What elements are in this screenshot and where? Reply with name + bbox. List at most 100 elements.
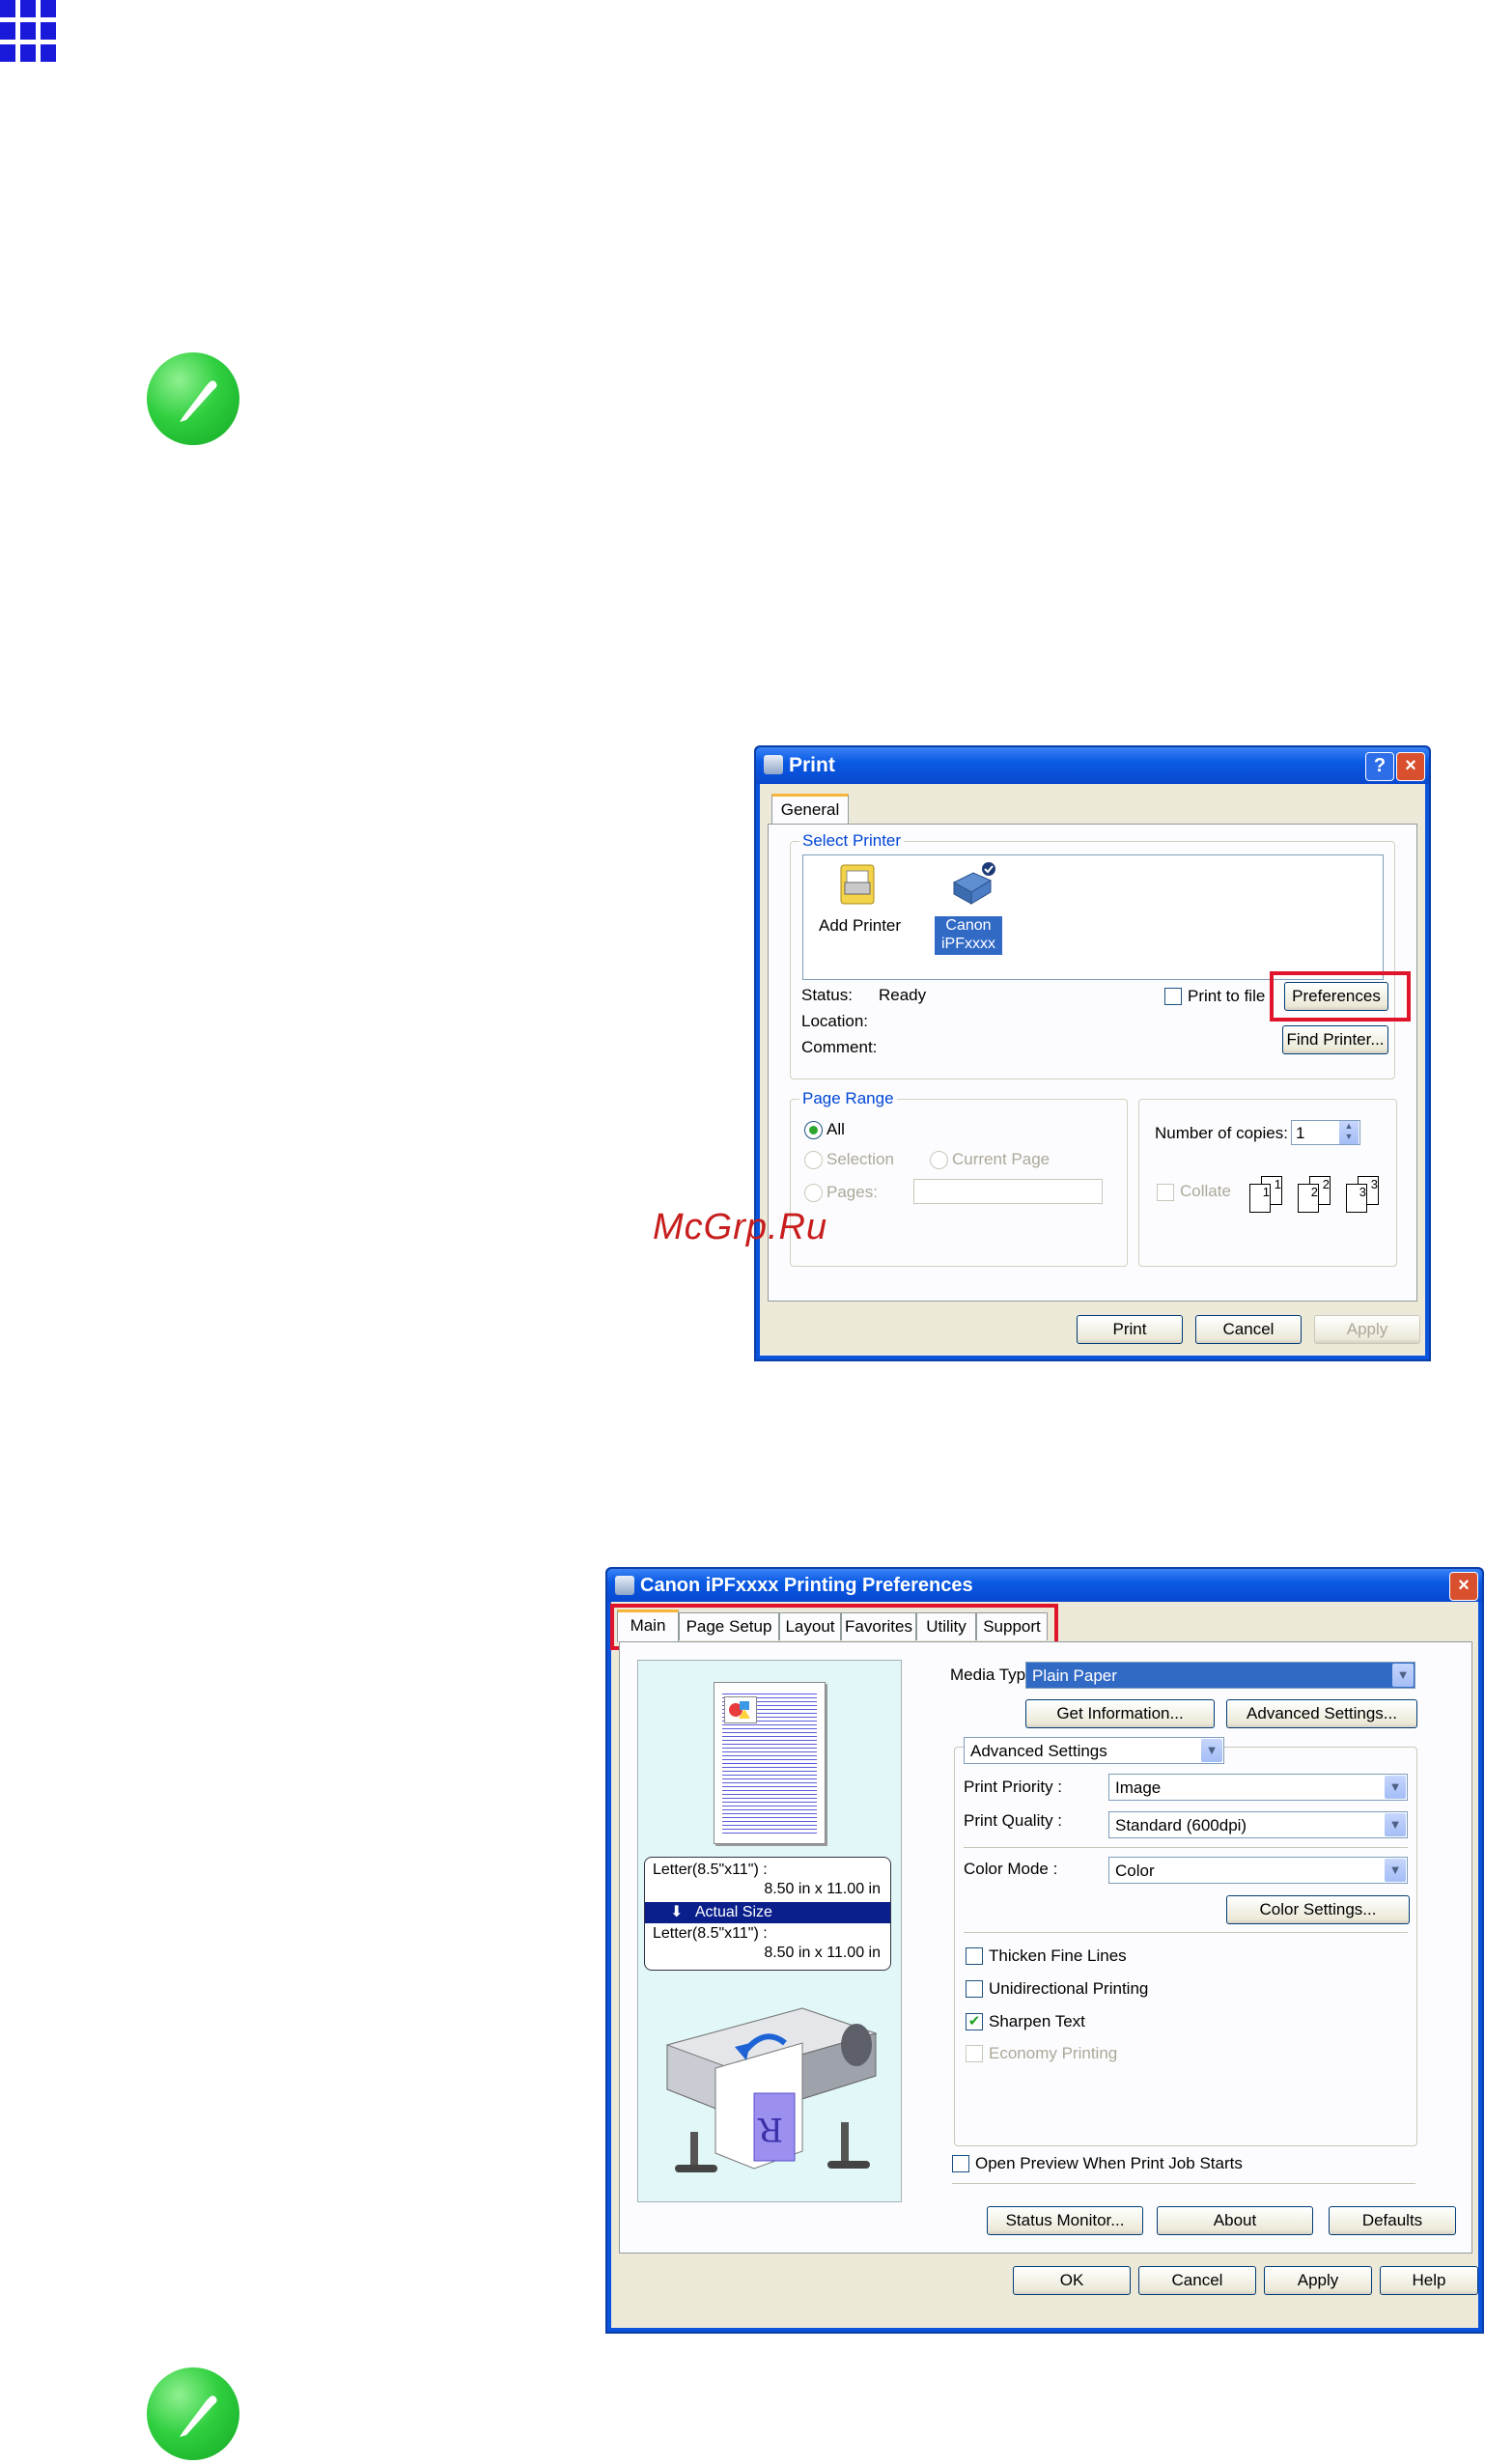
unidirectional-printing-label[interactable]: Unidirectional Printing [989,1979,1148,1999]
print-to-file-label[interactable]: Print to file [1188,987,1265,1006]
actual-size-row: ⬇ Actual Size [645,1902,890,1923]
main-tab-panel: Letter(8.5"x11") : 8.50 in x 11.00 in ⬇ … [619,1641,1472,2254]
open-preview-label[interactable]: Open Preview When Print Job Starts [975,2154,1243,2173]
note-pencil-icon [147,352,239,445]
pages-label[interactable]: Pages: [827,1183,878,1202]
printer-app-icon [615,1576,634,1595]
print-quality-label: Print Quality : [964,1811,1063,1830]
cancel-button[interactable]: Cancel [1138,2266,1256,2295]
prefs-title: Canon iPFxxxx Printing Preferences [640,1575,973,1596]
paper-info-line1: Letter(8.5"x11") : [653,1862,768,1878]
copies-value: 1 [1296,1124,1305,1142]
thicken-fine-lines-checkbox[interactable] [966,1947,983,1965]
arrow-down-icon: ⬇ [670,1904,684,1920]
current-page-label[interactable]: Current Page [952,1150,1050,1169]
comment-label: Comment: [801,1038,878,1056]
sharpen-text-label[interactable]: Sharpen Text [989,2012,1085,2031]
color-mode-select[interactable]: Color ▼ [1108,1857,1408,1884]
canon-printer-label[interactable]: Canon iPFxxxx [935,916,1002,955]
economy-printing-label[interactable]: Economy Printing [989,2044,1117,2063]
chevron-down-icon[interactable]: ▼ [1385,1813,1406,1836]
chevron-down-icon[interactable]: ▼ [1385,1776,1406,1799]
page-preview [714,1682,826,1844]
image-thumbnail-icon [724,1696,757,1723]
copies-label: Number of copies: [1155,1124,1288,1142]
selection-label[interactable]: Selection [827,1150,894,1169]
preview-pane: Letter(8.5"x11") : 8.50 in x 11.00 in ⬇ … [637,1660,902,2202]
cancel-button[interactable]: Cancel [1195,1315,1302,1344]
divider [952,2183,1415,2184]
help-button[interactable]: ? [1365,752,1394,781]
color-settings-button[interactable]: Color Settings... [1226,1895,1410,1924]
print-priority-label: Print Priority : [964,1778,1063,1796]
printer-icon[interactable] [948,861,996,908]
collate-checkbox[interactable] [1157,1184,1174,1201]
prefs-client: Main Page Setup Layout Favorites Utility… [610,1602,1478,2328]
open-preview-checkbox[interactable] [952,2155,969,2172]
paper-info-line4: 8.50 in x 11.00 in [764,1945,881,1961]
chevron-down-icon[interactable]: ▼ [1392,1664,1414,1687]
help-button[interactable]: Help [1380,2266,1478,2295]
print-button[interactable]: Print [1077,1315,1183,1344]
color-mode-label: Color Mode : [964,1860,1058,1878]
printing-preferences-dialog: Canon iPFxxxx Printing Preferences × Mai… [605,1567,1484,2334]
large-format-printer-illustration: R [658,1987,885,2180]
pages-radio[interactable] [804,1184,823,1202]
ok-button[interactable]: OK [1013,2266,1131,2295]
close-button[interactable]: × [1449,1572,1478,1601]
chevron-down-icon[interactable]: ▼ [1201,1739,1222,1762]
print-dialog-titlebar[interactable]: Print ? × [756,747,1429,784]
print-priority-select[interactable]: Image ▼ [1108,1774,1408,1801]
prefs-titlebar[interactable]: Canon iPFxxxx Printing Preferences × [607,1569,1482,1602]
color-mode-value: Color [1115,1862,1155,1880]
get-information-button[interactable]: Get Information... [1025,1699,1215,1728]
status-value: Ready [879,986,927,1004]
status-label: Status: [801,986,853,1004]
media-type-select[interactable]: Plain Paper ▼ [1025,1662,1415,1689]
unidirectional-printing-checkbox[interactable] [966,1980,983,1998]
watermark-text: McGrp.Ru [653,1207,828,1247]
settings-mode-select[interactable]: Advanced Settings ▼ [964,1737,1224,1764]
grid-menu-icon[interactable] [0,0,56,62]
paper-info-line3: Letter(8.5"x11") : [653,1925,768,1942]
settings-mode-value: Advanced Settings [970,1742,1107,1760]
collate-label[interactable]: Collate [1180,1182,1231,1201]
thicken-fine-lines-label[interactable]: Thicken Fine Lines [989,1946,1127,1966]
add-printer-icon[interactable] [837,863,878,906]
defaults-button[interactable]: Defaults [1329,2206,1456,2235]
printer-list[interactable]: Add Printer Canon iPFxxxx [802,854,1384,980]
find-printer-button[interactable]: Find Printer... [1282,1025,1388,1054]
divider [964,1932,1408,1933]
economy-printing-checkbox[interactable] [966,2045,983,2062]
divider [964,1847,1408,1848]
general-tab-panel: Select Printer Add Printer Canon iPFxxxx… [768,824,1417,1302]
location-label: Location: [801,1012,868,1030]
apply-button[interactable]: Apply [1264,2266,1372,2295]
print-to-file-checkbox[interactable] [1164,988,1182,1005]
preferences-highlight [1270,971,1411,1022]
print-quality-select[interactable]: Standard (600dpi) ▼ [1108,1811,1408,1838]
tab-general[interactable]: General [771,794,849,826]
pages-input[interactable] [913,1179,1103,1204]
selection-radio[interactable] [804,1151,823,1169]
all-radio[interactable] [804,1121,823,1139]
print-dialog-client: General Select Printer Add Printer Canon… [760,784,1425,1356]
print-dialog: Print ? × General Select Printer Add Pri… [754,745,1431,1361]
add-printer-label[interactable]: Add Printer [819,916,901,936]
about-button[interactable]: About [1157,2206,1313,2235]
print-dialog-title: Print [789,754,835,776]
print-priority-value: Image [1115,1778,1162,1797]
sharpen-text-checkbox[interactable]: ✔ [966,2013,983,2030]
status-monitor-button[interactable]: Status Monitor... [987,2206,1143,2235]
copies-spinner[interactable]: ▲ ▼ [1339,1121,1359,1144]
media-type-value: Plain Paper [1032,1666,1117,1685]
advanced-settings-button[interactable]: Advanced Settings... [1226,1699,1417,1728]
close-button[interactable]: × [1396,752,1425,781]
apply-button[interactable]: Apply [1314,1315,1420,1344]
chevron-down-icon[interactable]: ▼ [1385,1859,1406,1882]
collate-pages-icon: 1 1 2 2 3 3 [1247,1170,1392,1213]
current-page-radio[interactable] [930,1151,948,1169]
all-label[interactable]: All [827,1120,845,1139]
page-range-label: Page Range [799,1089,897,1108]
paper-info-line2: 8.50 in x 11.00 in [764,1881,881,1897]
